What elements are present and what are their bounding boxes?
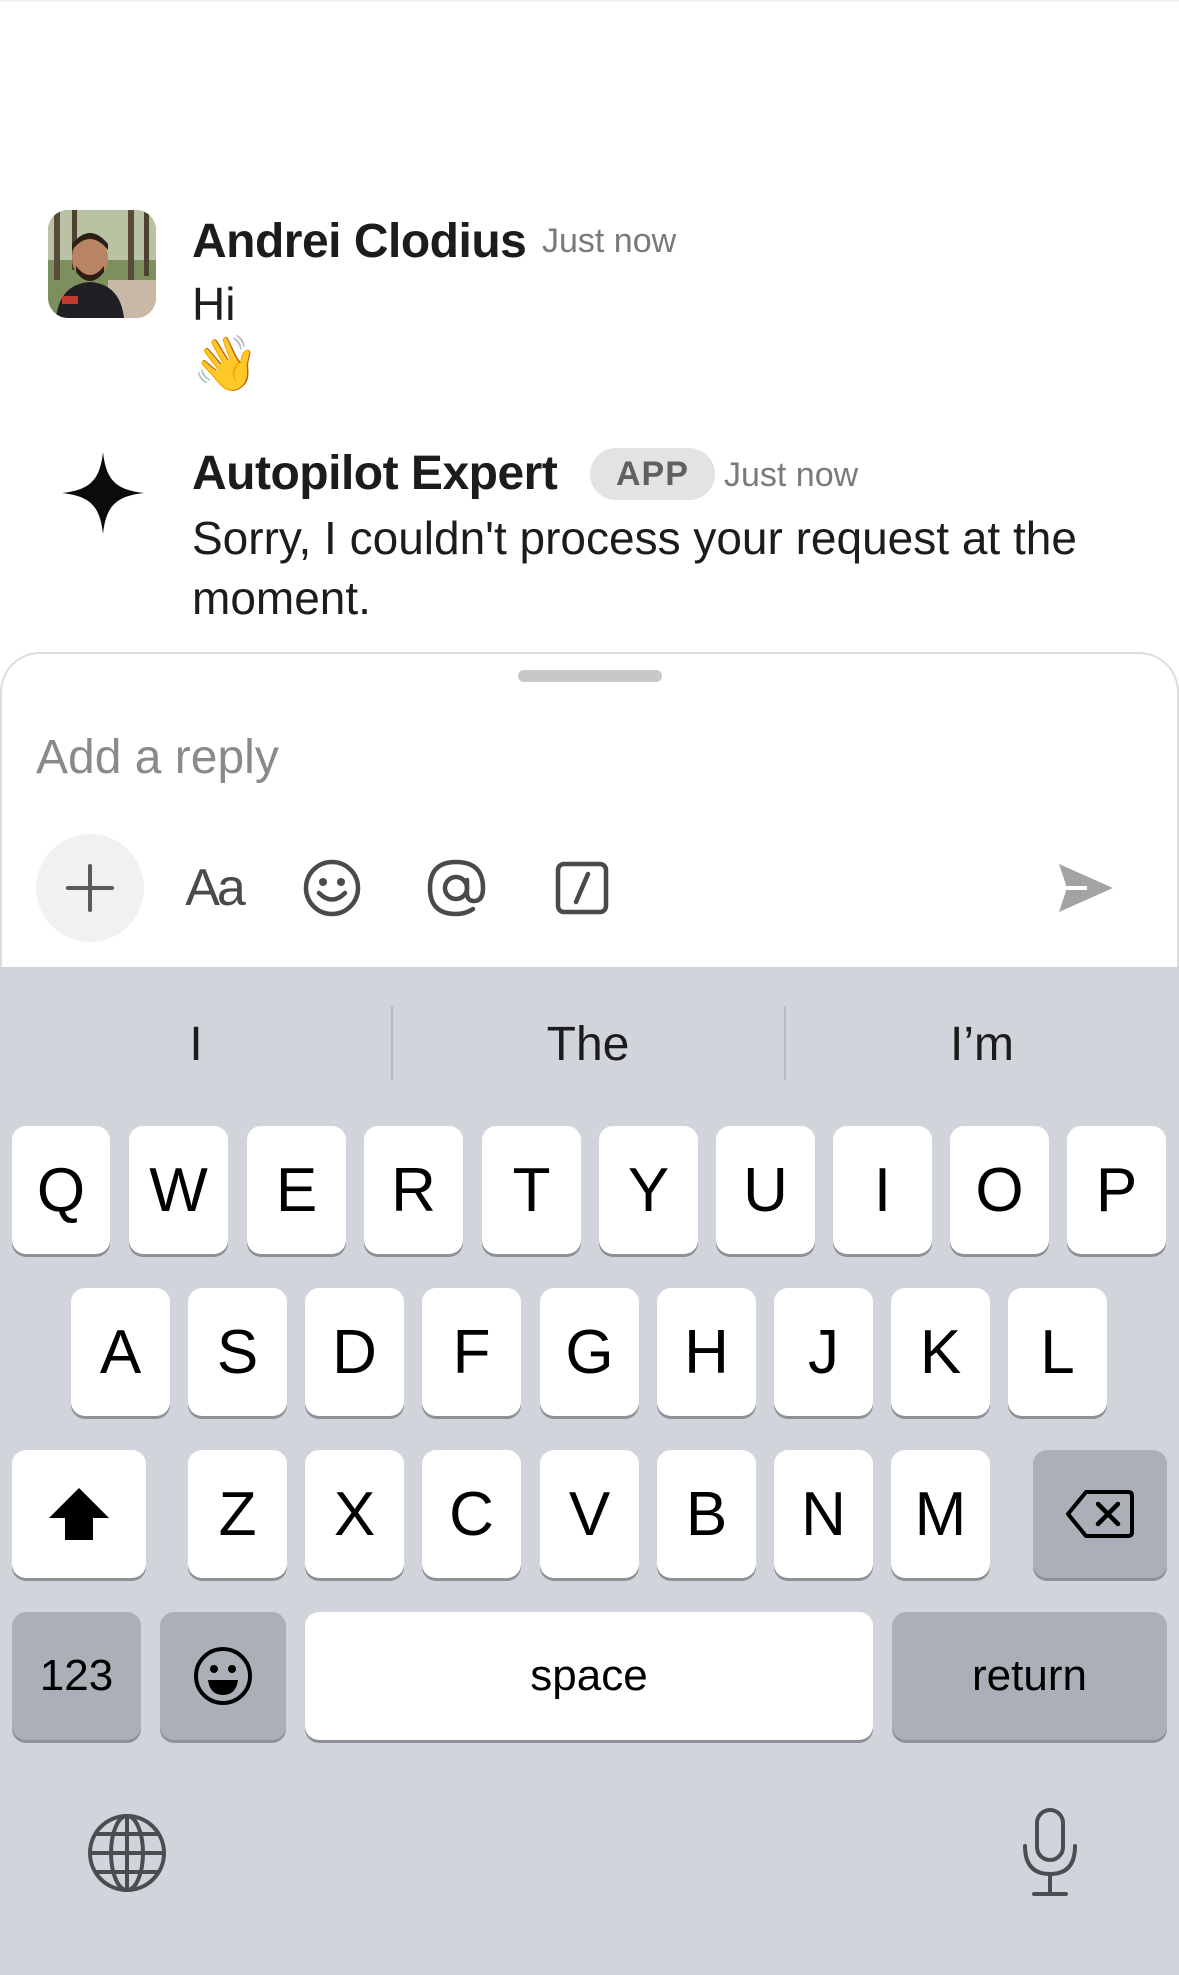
key[interactable]: J xyxy=(774,1288,873,1416)
space-key[interactable]: space xyxy=(305,1612,873,1740)
wave-emoji: 👋 xyxy=(192,334,260,394)
key[interactable]: U xyxy=(716,1126,815,1254)
top-divider xyxy=(0,0,1179,2)
mention-button[interactable] xyxy=(424,856,488,920)
key[interactable]: A xyxy=(71,1288,170,1416)
globe-icon[interactable] xyxy=(86,1812,168,1894)
key[interactable]: K xyxy=(891,1288,990,1416)
autopilot-avatar-icon[interactable] xyxy=(58,448,148,538)
key[interactable]: O xyxy=(950,1126,1049,1254)
key[interactable]: S xyxy=(188,1288,287,1416)
key[interactable]: Y xyxy=(599,1126,698,1254)
plus-icon xyxy=(66,864,114,912)
emoji-key[interactable] xyxy=(160,1612,286,1740)
slash-command-icon xyxy=(555,861,609,915)
key[interactable]: F xyxy=(422,1288,521,1416)
shift-icon xyxy=(49,1488,109,1540)
key[interactable]: M xyxy=(891,1450,990,1578)
shortcut-button[interactable] xyxy=(554,860,610,916)
format-button[interactable]: Aa xyxy=(176,850,252,926)
backspace-key[interactable] xyxy=(1033,1450,1167,1578)
emoji-icon xyxy=(194,1647,252,1705)
attach-button[interactable] xyxy=(36,834,144,942)
suggestion-1[interactable]: I xyxy=(0,1010,392,1080)
key[interactable]: L xyxy=(1008,1288,1107,1416)
at-icon xyxy=(427,859,486,917)
message-text: Sorry, I couldn't process your request a… xyxy=(192,512,1077,624)
return-key[interactable]: return xyxy=(892,1612,1167,1740)
key[interactable]: B xyxy=(657,1450,756,1578)
sender-name[interactable]: Andrei Clodius xyxy=(192,214,527,269)
key[interactable]: C xyxy=(422,1450,521,1578)
key[interactable]: Q xyxy=(12,1126,110,1254)
app-badge: APP xyxy=(590,448,715,500)
smiley-icon xyxy=(303,859,361,917)
key[interactable]: Z xyxy=(188,1450,287,1578)
key[interactable]: W xyxy=(129,1126,228,1254)
message-text: Hi xyxy=(192,278,236,330)
backspace-icon xyxy=(1066,1490,1134,1538)
key[interactable]: I xyxy=(833,1126,932,1254)
send-button[interactable] xyxy=(1054,856,1118,920)
reply-input[interactable] xyxy=(36,722,1036,792)
emoji-button[interactable] xyxy=(302,858,362,918)
shift-key[interactable] xyxy=(12,1450,146,1578)
key[interactable]: G xyxy=(540,1288,639,1416)
avatar[interactable] xyxy=(48,210,156,318)
sender-name[interactable]: Autopilot Expert xyxy=(192,446,558,501)
send-icon xyxy=(1059,864,1113,912)
key[interactable]: T xyxy=(482,1126,581,1254)
key[interactable]: V xyxy=(540,1450,639,1578)
key[interactable]: H xyxy=(657,1288,756,1416)
microphone-icon[interactable] xyxy=(1020,1806,1080,1898)
message-timestamp: Just now xyxy=(724,456,859,494)
drag-handle[interactable] xyxy=(518,670,662,682)
key[interactable]: N xyxy=(774,1450,873,1578)
message-timestamp: Just now xyxy=(542,222,677,260)
suggestion-2[interactable]: The xyxy=(392,1010,784,1080)
key[interactable]: E xyxy=(247,1126,346,1254)
suggestion-3[interactable]: I’m xyxy=(786,1010,1178,1080)
key[interactable]: X xyxy=(305,1450,404,1578)
key[interactable]: D xyxy=(305,1288,404,1416)
key[interactable]: R xyxy=(364,1126,463,1254)
key[interactable]: P xyxy=(1067,1126,1166,1254)
numbers-key[interactable]: 123 xyxy=(12,1612,141,1740)
